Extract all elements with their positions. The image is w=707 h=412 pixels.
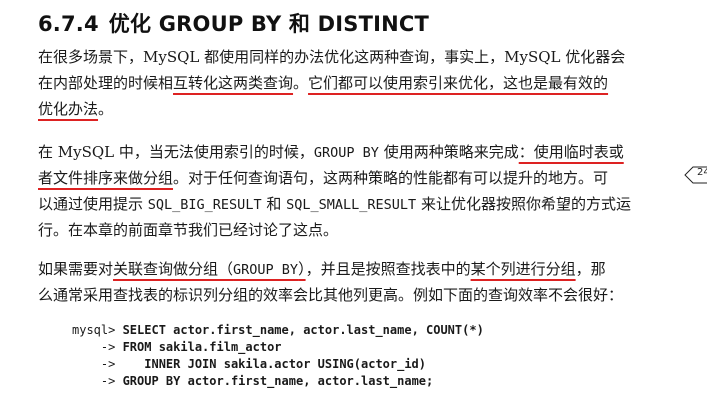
book-page: 6.7.4 优化 GROUP BY 和 DISTINCT 在很多场景下，MySQL… — [0, 0, 707, 412]
underline-mark: 者文件排序来做分组 — [38, 169, 174, 187]
inline-code: SQL_SMALL_RESULT — [286, 197, 417, 213]
inline-code: SQL_BIG_RESULT — [147, 197, 262, 213]
code-line: SELECT actor.first_name, actor.last_name… — [122, 323, 484, 337]
underline-mark: 某个列进行分组 — [470, 260, 576, 278]
underline-mark: 关联查询做分组（ — [113, 260, 234, 278]
inline-code: GROUP BY — [233, 262, 299, 278]
underline-mark: ：使用临时表或 — [518, 143, 624, 161]
code-line: INNER JOIN sakila.actor USING(actor_id) — [144, 357, 427, 371]
code-line: FROM sakila.film_actor — [122, 340, 282, 354]
code-prompt: -> — [72, 357, 145, 371]
code-line: GROUP BY actor.first_name, actor.last_na… — [122, 374, 434, 388]
para2-line-2: 者文件排序来做分组。对于任何查询语句，这两种策略的性能都有可以提升的地方。可 — [38, 169, 609, 187]
page-ref-marker: 24 — [683, 166, 707, 184]
section-heading: 6.7.4 优化 GROUP BY 和 DISTINCT — [38, 8, 429, 38]
underline-mark: 互转化这两类查询 — [173, 74, 294, 92]
underline-mark: 它们都可以使用索引来优化，这也是最有效的 — [308, 74, 609, 92]
page-ref-number: 24 — [697, 167, 707, 178]
para1-line-1: 在很多场景下，MySQL 都使用同样的办法优化这两种查询，事实上，MySQL 优… — [38, 48, 626, 66]
para2-line-4: 行。在本章的前面章节我们已经讨论了这点。 — [38, 221, 339, 239]
para2-line-1: 在 MySQL 中，当无法使用索引的时候，GROUP BY 使用两种策略来完成：… — [38, 143, 624, 161]
para3-line-2: 么通常采用查找表的标识列分组的效率会比其他列更高。例如下面的查询效率不会很好： — [38, 286, 624, 304]
inline-code: GROUP BY — [313, 145, 379, 161]
paragraph-3: 如果需要对关联查询做分组（GROUP BY），并且是按照查找表中的某个列进行分组… — [38, 256, 670, 308]
section-number: 6.7.4 — [38, 12, 99, 36]
para1-line-2: 在内部处理的时候相互转化这两类查询。它们都可以使用索引来优化，这也是最有效的 — [38, 74, 609, 92]
code-prompt: -> — [72, 340, 123, 354]
underline-mark: 优化办法 — [38, 100, 99, 118]
para3-line-1: 如果需要对关联查询做分组（GROUP BY），并且是按照查找表中的某个列进行分组… — [38, 260, 606, 278]
underline-mark: ） — [298, 260, 306, 278]
section-title: 优化 GROUP BY 和 DISTINCT — [108, 12, 430, 36]
paragraph-1: 在很多场景下，MySQL 都使用同样的办法优化这两种查询，事实上，MySQL 优… — [38, 44, 670, 122]
code-prompt: -> — [72, 374, 123, 388]
code-prompt: mysql> — [72, 323, 123, 337]
paragraph-2: 在 MySQL 中，当无法使用索引的时候，GROUP BY 使用两种策略来完成：… — [38, 139, 670, 243]
para2-line-3: 以通过使用提示 SQL_BIG_RESULT 和 SQL_SMALL_RESUL… — [38, 195, 631, 213]
para1-line-3: 优化办法。 — [38, 100, 114, 118]
code-block: mysql> SELECT actor.first_name, actor.la… — [72, 322, 484, 390]
